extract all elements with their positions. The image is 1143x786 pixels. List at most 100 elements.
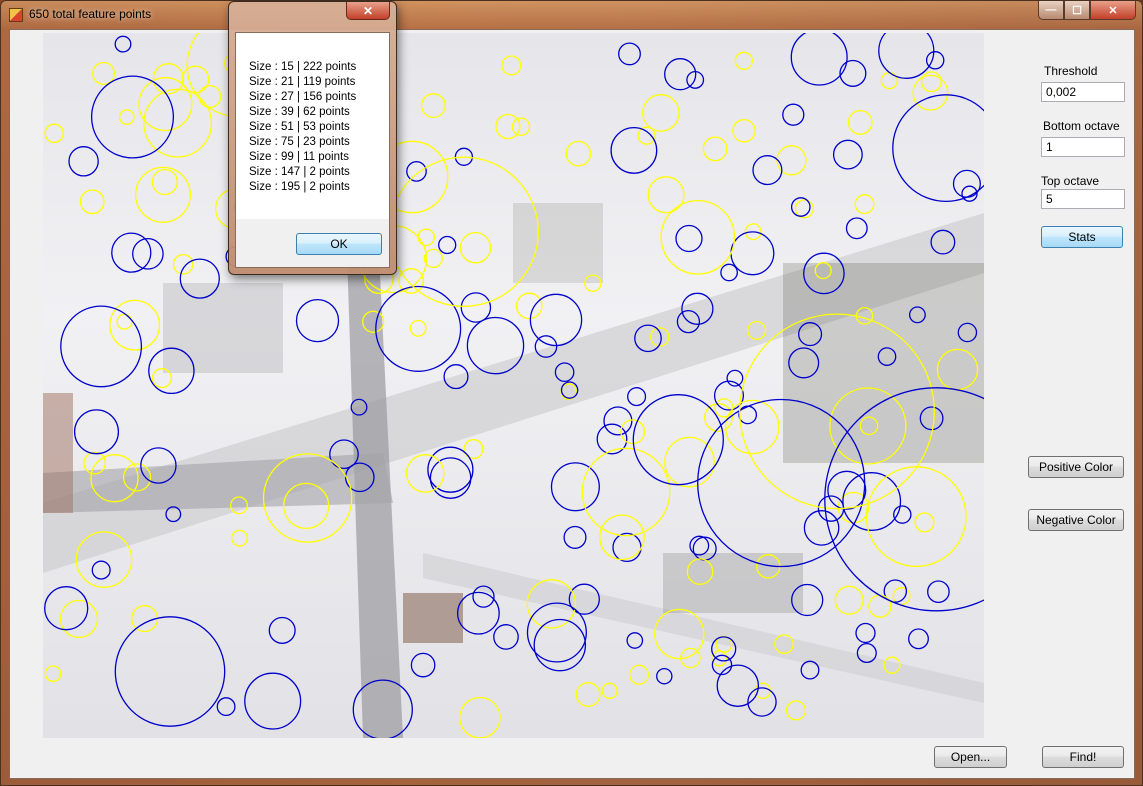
negative-feature-circle: [832, 139, 863, 170]
negative-feature-circle: [456, 591, 500, 635]
positive-feature-circle: [151, 168, 178, 196]
app-icon: [9, 8, 23, 22]
negative-feature-circle: [268, 616, 296, 644]
positive-feature-circle: [44, 123, 64, 144]
negative-feature-circle: [563, 525, 587, 549]
negative-feature-circle: [855, 622, 876, 644]
negative-feature-circle: [927, 580, 950, 604]
negative-feature-circle: [610, 126, 658, 174]
client-area: Threshold 0,002 Bottom octave 1 Top octa…: [9, 29, 1135, 779]
positive-feature-circle: [628, 664, 650, 685]
positive-feature-circle: [575, 682, 601, 707]
negative-feature-circle: [716, 664, 760, 707]
bottom-octave-input[interactable]: 1: [1041, 137, 1125, 157]
positive-feature-circle: [151, 368, 172, 389]
negative-feature-circle: [627, 387, 647, 407]
ok-button[interactable]: OK: [296, 233, 382, 255]
negative-feature-circle: [114, 616, 226, 727]
positive-feature-circle: [198, 84, 222, 109]
positive-feature-circle: [116, 313, 133, 330]
positive-feature-circle: [714, 398, 734, 418]
positive-feature-circle: [459, 696, 501, 738]
open-button[interactable]: Open...: [934, 746, 1007, 768]
negative-feature-circle: [908, 628, 929, 650]
negative-feature-circle: [438, 235, 457, 255]
positive-color-button[interactable]: Positive Color: [1028, 456, 1124, 478]
negative-feature-circle: [952, 169, 981, 198]
find-button[interactable]: Find!: [1042, 746, 1124, 768]
negative-feature-circle: [803, 510, 840, 546]
negative-feature-circle: [626, 632, 644, 649]
negative-feature-circle: [878, 33, 935, 79]
negative-feature-circle: [845, 217, 868, 240]
negative-feature-circle: [60, 305, 143, 388]
positive-feature-circle: [59, 599, 99, 639]
negative-feature-circle: [664, 58, 697, 91]
positive-feature-circle: [880, 71, 898, 90]
positive-feature-circle: [710, 650, 728, 667]
negative-feature-circle: [406, 161, 427, 182]
negative-feature-circle: [427, 446, 474, 493]
dialog-close-button[interactable]: ✕: [346, 2, 390, 20]
positive-feature-circle: [642, 94, 680, 132]
positive-feature-circle: [515, 292, 543, 320]
negative-color-button[interactable]: Negative Color: [1028, 509, 1124, 531]
negative-feature-circle: [893, 505, 912, 524]
negative-feature-circle: [460, 292, 492, 323]
positive-feature-circle: [785, 700, 807, 721]
dialog-message: Size : 15 | 222 points Size : 21 | 119 po…: [236, 33, 389, 219]
positive-feature-circle: [495, 113, 521, 140]
dialog-line: Size : 15 | 222 points: [249, 61, 357, 73]
positive-feature-circle: [601, 682, 618, 699]
negative-feature-circle: [790, 33, 848, 86]
negative-feature-circle: [656, 667, 673, 685]
negative-feature-circle: [782, 103, 805, 126]
positive-feature-circle: [581, 447, 671, 537]
stats-button[interactable]: Stats: [1041, 226, 1123, 248]
positive-feature-circle: [231, 529, 248, 547]
threshold-input[interactable]: 0,002: [1041, 82, 1125, 102]
dialog-line: Size : 75 | 23 points: [249, 136, 350, 148]
top-octave-input[interactable]: 5: [1041, 189, 1125, 209]
negative-feature-circle: [612, 532, 642, 563]
top-octave-label: Top octave: [1041, 174, 1100, 188]
positive-feature-circle: [92, 61, 116, 85]
positive-feature-circle: [417, 228, 436, 247]
close-button[interactable]: ✕: [1090, 1, 1136, 20]
negative-feature-circle: [596, 423, 628, 455]
positive-feature-circle: [702, 136, 728, 162]
negative-feature-circle: [529, 293, 583, 347]
positive-feature-circle: [172, 253, 194, 275]
negative-feature-circle: [526, 602, 587, 663]
negative-feature-circle: [91, 560, 111, 580]
negative-feature-circle: [842, 472, 902, 531]
negative-feature-circle: [730, 231, 775, 276]
positive-feature-circle: [459, 231, 492, 264]
positive-feature-circle: [501, 55, 522, 76]
negative-feature-circle: [752, 155, 783, 186]
positive-feature-circle: [118, 109, 135, 125]
dialog-line: Size : 99 | 11 points: [249, 151, 349, 163]
negative-feature-circle: [618, 42, 641, 66]
positive-feature-circle: [854, 194, 875, 215]
positive-feature-circle: [914, 512, 935, 533]
positive-feature-circle: [511, 117, 531, 136]
negative-feature-circle: [73, 409, 120, 455]
negative-feature-circle: [720, 263, 738, 282]
positive-feature-circle: [732, 118, 756, 143]
dialog-line: Size : 27 | 156 points: [249, 91, 357, 103]
negative-feature-circle: [244, 672, 302, 730]
dialog-line: Size : 39 | 62 points: [249, 106, 350, 118]
dialog-line: Size : 51 | 53 points: [249, 121, 350, 133]
positive-feature-circle: [409, 319, 427, 337]
title-bar[interactable]: 650 total feature points — ☐ ✕: [1, 1, 1142, 28]
bottom-octave-label: Bottom octave: [1043, 119, 1120, 133]
negative-feature-circle: [68, 146, 99, 177]
positive-feature-circle: [847, 109, 873, 135]
minimize-button[interactable]: —: [1038, 1, 1064, 20]
negative-feature-circle: [493, 624, 519, 650]
positive-feature-circle: [463, 439, 484, 460]
positive-feature-circle: [734, 51, 753, 70]
maximize-button[interactable]: ☐: [1064, 1, 1090, 20]
dialog-line: Size : 147 | 2 points: [249, 166, 350, 178]
